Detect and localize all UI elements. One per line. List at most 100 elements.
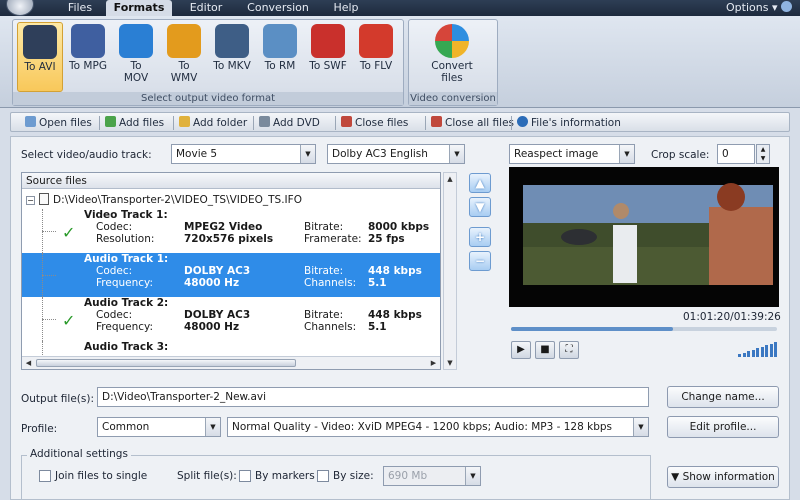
track-property-label: Frequency: — [96, 277, 154, 289]
tab-help[interactable]: Help — [324, 0, 368, 16]
profile-select[interactable]: Common ▼ — [97, 417, 221, 437]
track-property-label: Bitrate: — [304, 309, 344, 321]
output-files-label: Output file(s): — [21, 393, 95, 405]
tab-formats[interactable]: Formats — [106, 0, 172, 16]
split-size-select[interactable]: 690 Mb ▼ — [383, 466, 481, 486]
change-name-button[interactable]: Change name... — [667, 386, 779, 408]
play-button[interactable]: ▶ — [511, 341, 531, 359]
show-information-button[interactable]: ▼ Show information — [667, 466, 779, 488]
volume-bar — [738, 354, 741, 357]
format-button-label: To SWF — [309, 60, 347, 72]
seek-bar[interactable] — [511, 327, 777, 331]
join-files-checkbox[interactable] — [39, 470, 51, 482]
audio-track-select[interactable]: Dolby AC3 English ▼ — [327, 144, 465, 164]
app-menu-orb-icon[interactable] — [6, 0, 34, 16]
track-row[interactable]: Audio Track 1: Codec: DOLBY AC3 Frequency: 4… — [22, 253, 440, 297]
convert-files-button[interactable]: Convert files — [429, 22, 475, 92]
remove-track-button[interactable]: − — [469, 251, 491, 271]
scroll-left-icon[interactable]: ◀ — [23, 358, 34, 369]
scroll-thumb[interactable] — [36, 359, 296, 367]
flv-icon — [359, 24, 393, 58]
move-down-button[interactable]: ▼ — [469, 197, 491, 217]
source-root-node[interactable]: − D:\Video\Transporter-2\VIDEO_TS\VIDEO_T… — [26, 193, 302, 206]
scroll-right-icon[interactable]: ▶ — [428, 358, 439, 369]
scroll-down-icon[interactable]: ▼ — [444, 357, 456, 369]
track-row[interactable]: ✓ Audio Track 2: Codec: DOLBY AC3 Frequency:… — [22, 297, 440, 341]
vertical-scrollbar[interactable]: ▲ ▼ — [443, 172, 457, 370]
menu-bar: Files Formats Editor Conversion Help Opt… — [0, 0, 800, 16]
aspect-select[interactable]: Reaspect image ▼ — [509, 144, 635, 164]
toolbar-button-4[interactable]: Close files — [341, 115, 408, 131]
toolbar-button-1[interactable]: Add files — [105, 115, 164, 131]
toolbar-button-5[interactable]: Close all files — [431, 115, 514, 131]
format-button-2[interactable]: To MOV — [113, 22, 159, 92]
format-button-4[interactable]: To MKV — [209, 22, 255, 92]
profile-select-value: Common — [102, 421, 150, 433]
collapse-icon[interactable]: − — [26, 196, 35, 205]
by-markers-checkbox[interactable] — [239, 470, 251, 482]
group-label-video-conversion: Video conversion — [409, 92, 497, 105]
scroll-up-icon[interactable]: ▲ — [444, 173, 456, 185]
output-format-group: To AVI To MPG To MOV To WMV To MKV To RM To SW… — [12, 19, 404, 106]
audio-track-select-value: Dolby AC3 English — [332, 148, 428, 160]
tab-files[interactable]: Files — [58, 0, 102, 16]
toolbar-button-3[interactable]: Add DVD — [259, 115, 320, 131]
quality-select[interactable]: Normal Quality - Video: XviD MPEG4 - 120… — [227, 417, 649, 437]
track-property-label: Codec: — [96, 221, 133, 233]
edit-profile-button[interactable]: Edit profile... — [667, 416, 779, 438]
track-property-value: 448 kbps — [368, 265, 422, 277]
format-button-6[interactable]: To SWF — [305, 22, 351, 92]
source-files-header: Source files — [22, 173, 440, 189]
volume-control[interactable] — [738, 341, 778, 357]
chevron-down-icon: ▼ — [619, 145, 634, 163]
tab-editor[interactable]: Editor — [180, 0, 232, 16]
chevron-down-icon: ▼ — [671, 471, 680, 483]
format-button-label: To FLV — [359, 60, 393, 72]
crop-scale-spinner[interactable]: ▲ ▼ — [756, 144, 770, 164]
track-property-label: Frequency: — [96, 321, 154, 333]
format-button-1[interactable]: To MPG — [65, 22, 111, 92]
spin-up-icon[interactable]: ▲ — [761, 146, 766, 153]
add-folder-icon — [179, 116, 190, 127]
chevron-down-icon: ▼ — [300, 145, 315, 163]
main-panel: Select video/audio track: Movie 5 ▼ Dolb… — [10, 136, 790, 500]
format-button-5[interactable]: To RM — [257, 22, 303, 92]
toolbar-separator — [173, 116, 174, 130]
toolbar-button-0[interactable]: Open files — [25, 115, 92, 131]
track-property-label: Channels: — [304, 277, 357, 289]
spin-down-icon[interactable]: ▼ — [761, 155, 766, 162]
volume-bar — [756, 348, 759, 357]
options-menu[interactable]: Options ▾ — [726, 0, 792, 16]
format-button-3[interactable]: To WMV — [161, 22, 207, 92]
format-button-7[interactable]: To FLV — [353, 22, 399, 92]
output-path-field[interactable]: D:\Video\Transporter-2_New.avi — [97, 387, 649, 407]
tab-conversion[interactable]: Conversion — [240, 0, 316, 16]
chevron-down-icon: ▼ — [449, 145, 464, 163]
toolbar-button-6[interactable]: File's information — [517, 115, 621, 131]
checkmark-icon[interactable]: ✓ — [62, 223, 75, 242]
toolbar-button-2[interactable]: Add folder — [179, 115, 247, 131]
join-files-label: Join files to single — [55, 470, 148, 482]
stop-icon: ■ — [540, 344, 550, 355]
quicktime-icon — [119, 24, 153, 58]
plus-icon: + — [474, 230, 486, 244]
play-icon: ▶ — [517, 344, 525, 355]
volume-bar — [747, 351, 750, 357]
flash-swf-icon — [311, 24, 345, 58]
track-name: Audio Track 2: — [84, 297, 169, 309]
add-track-button[interactable]: + — [469, 227, 491, 247]
movie-select[interactable]: Movie 5 ▼ — [171, 144, 316, 164]
track-property-value: MPEG2 Video — [184, 221, 263, 233]
fullscreen-button[interactable]: ⛶ — [559, 341, 579, 359]
track-row[interactable]: ✓ Video Track 1: Codec: MPEG2 Video Resoluti… — [22, 209, 440, 253]
by-size-checkbox[interactable] — [317, 470, 329, 482]
info-icon — [517, 116, 528, 127]
track-property-value: 448 kbps — [368, 309, 422, 321]
move-up-button[interactable]: ▲ — [469, 173, 491, 193]
horizontal-scrollbar[interactable]: ◀ ▶ — [22, 356, 440, 369]
stop-button[interactable]: ■ — [535, 341, 555, 359]
checkmark-icon[interactable]: ✓ — [62, 311, 75, 330]
format-button-0[interactable]: To AVI — [17, 22, 63, 92]
crop-scale-input[interactable]: 0 — [717, 144, 755, 164]
help-icon[interactable] — [781, 1, 792, 12]
